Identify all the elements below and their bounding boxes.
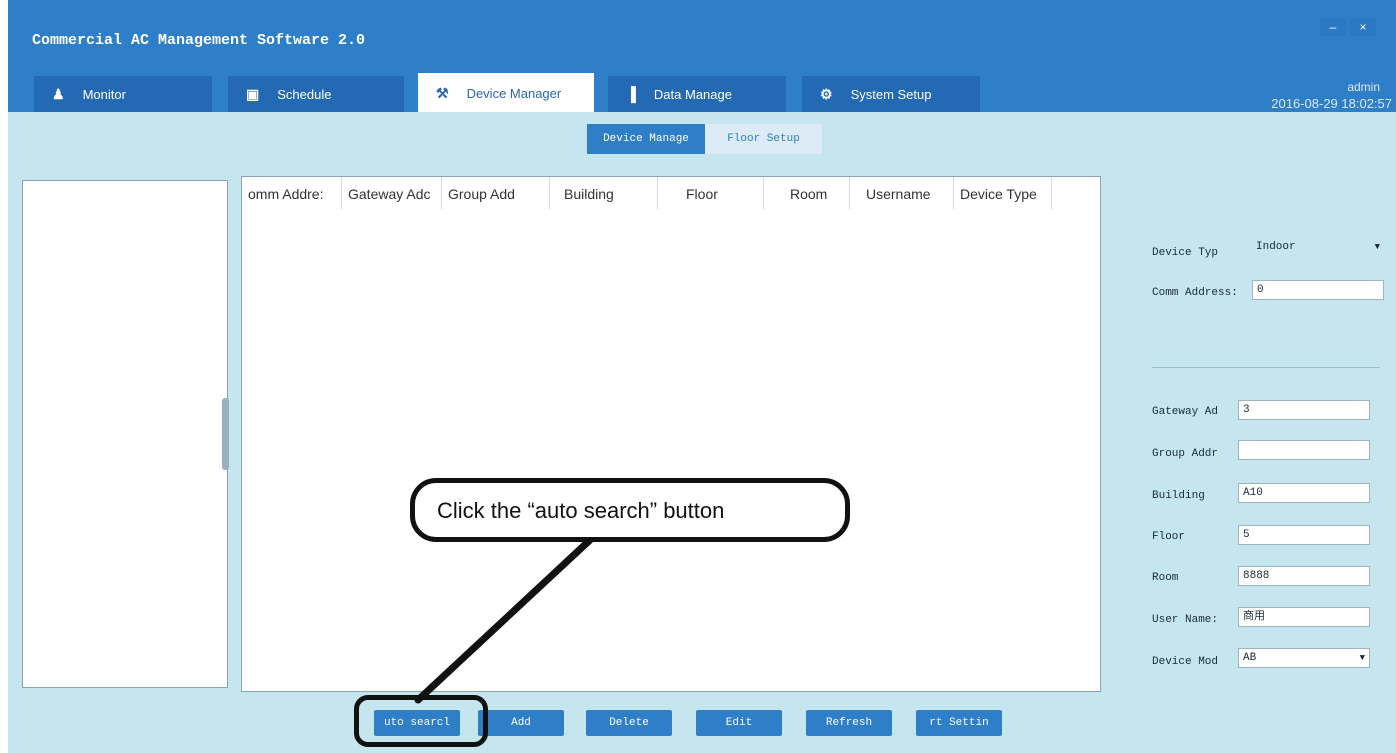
current-user: admin — [1347, 80, 1380, 94]
comm-address-field[interactable]: 0 — [1252, 280, 1384, 300]
form-divider — [1152, 367, 1380, 368]
column-header[interactable]: Group Add — [442, 177, 550, 209]
user-icon: ♟ — [52, 85, 65, 102]
subtab-floor-setup[interactable]: Floor Setup — [705, 124, 822, 154]
bar-chart-icon: ▐ — [626, 86, 636, 102]
port-setting-button[interactable]: rt Settin — [916, 710, 1002, 736]
floor-field[interactable]: 5 — [1238, 525, 1370, 545]
room-field[interactable]: 8888 — [1238, 566, 1370, 586]
floor-label: Floor — [1152, 531, 1186, 543]
dropdown-arrow-icon: ▼ — [1359, 653, 1365, 663]
refresh-button[interactable]: Refresh — [806, 710, 892, 736]
column-header[interactable]: Username — [850, 177, 954, 209]
column-header[interactable]: Building — [550, 177, 658, 209]
tab-data-manage[interactable]: ▐ Data Manage — [608, 76, 786, 112]
user-name-label: User Name: — [1152, 614, 1219, 626]
gateway-address-label: Gateway Ad — [1152, 406, 1219, 418]
tab-label: Device Manager — [466, 85, 562, 101]
tab-label: System Setup — [850, 86, 932, 102]
table-header: omm Addre: Gateway Adc Group Add Buildin… — [242, 177, 1052, 209]
group-address-label: Group Addr — [1152, 448, 1219, 460]
close-button[interactable]: × — [1350, 18, 1376, 36]
device-type-value: Indoor — [1256, 241, 1296, 253]
device-model-label: Device Mod — [1152, 656, 1219, 668]
splitter-handle[interactable] — [222, 398, 229, 470]
device-table[interactable] — [241, 176, 1101, 692]
device-type-select[interactable]: Indoor ▼ — [1252, 238, 1384, 258]
wrench-icon: ⚒ — [436, 84, 449, 101]
building-field[interactable]: A10 — [1238, 483, 1370, 503]
dropdown-arrow-icon: ▼ — [1374, 242, 1380, 252]
user-name-field[interactable]: 商用 — [1238, 607, 1370, 627]
device-model-value: AB — [1243, 652, 1257, 664]
column-header[interactable]: Device Type — [954, 177, 1052, 209]
add-button[interactable]: Add — [478, 710, 564, 736]
column-header[interactable]: Gateway Adc — [342, 177, 442, 209]
gateway-address-field[interactable]: 3 — [1238, 400, 1370, 420]
gear-icon: ⚙ — [820, 85, 833, 102]
group-address-field[interactable] — [1238, 440, 1370, 460]
device-model-select[interactable]: AB ▼ — [1238, 648, 1370, 668]
comm-address-label: Comm Address: — [1152, 287, 1238, 299]
subtab-device-manage[interactable]: Device Manage — [587, 124, 705, 154]
building-label: Building — [1152, 490, 1205, 502]
datetime: 2016-08-29 18:02:57 — [1271, 96, 1392, 111]
app-title: Commercial AC Management Software 2.0 — [32, 32, 366, 49]
room-label: Room — [1152, 572, 1179, 584]
calendar-icon: ▣ — [246, 85, 260, 102]
instruction-callout: Click the “auto search” button — [410, 478, 850, 542]
tab-monitor[interactable]: ♟ Monitor — [34, 76, 212, 112]
tab-system-setup[interactable]: ⚙ System Setup — [802, 76, 980, 112]
device-type-label: Device Typ — [1152, 247, 1219, 259]
column-header[interactable]: Room — [764, 177, 850, 209]
device-tree[interactable] — [22, 180, 228, 688]
tab-schedule[interactable]: ▣ Schedule — [228, 76, 404, 112]
tab-label: Monitor — [82, 86, 126, 102]
edit-button[interactable]: Edit — [696, 710, 782, 736]
minimize-button[interactable]: – — [1320, 18, 1346, 36]
tab-label: Schedule — [277, 86, 332, 102]
delete-button[interactable]: Delete — [586, 710, 672, 736]
column-header[interactable]: omm Addre: — [242, 177, 342, 209]
tab-label: Data Manage — [653, 86, 732, 102]
column-header[interactable]: Floor — [658, 177, 764, 209]
auto-search-highlight — [354, 695, 488, 747]
tab-device-manager[interactable]: ⚒ Device Manager — [418, 73, 594, 113]
